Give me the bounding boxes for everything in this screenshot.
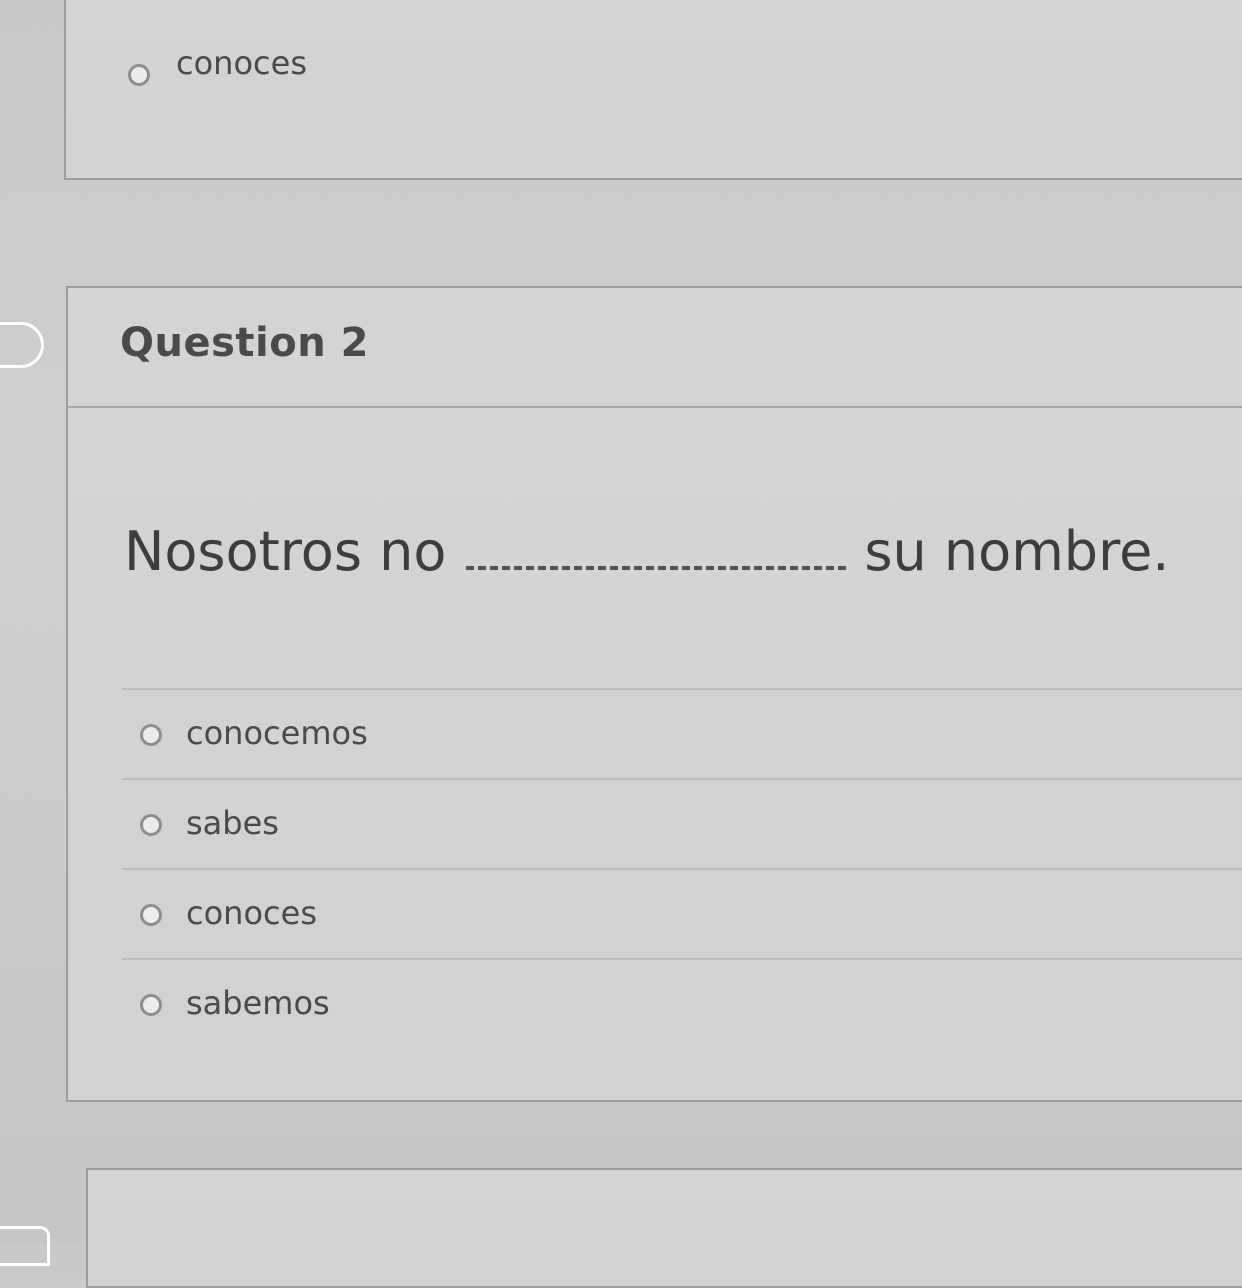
question-title: Question 2 bbox=[120, 320, 369, 366]
answer-label: conoces bbox=[186, 894, 317, 932]
answer-option[interactable]: sabemos bbox=[122, 958, 1242, 1048]
answer-option[interactable]: conoces bbox=[122, 868, 1242, 958]
question-text-after: su nombre. bbox=[864, 520, 1170, 583]
answer-label: sabemos bbox=[186, 984, 330, 1022]
question-text: Nosotros no su nombre. bbox=[124, 520, 1169, 583]
answer-option[interactable]: sabes bbox=[122, 778, 1242, 868]
answer-label: conoces bbox=[176, 44, 307, 82]
previous-question-card: conoces bbox=[64, 0, 1242, 180]
question-text-before: Nosotros no bbox=[124, 520, 447, 583]
fill-in-blank bbox=[466, 522, 847, 570]
answer-list: conocemos sabes conoces sabemos bbox=[122, 688, 1242, 1048]
answer-label: sabes bbox=[186, 804, 279, 842]
next-question-card bbox=[86, 1168, 1242, 1288]
radio-unselected-icon[interactable] bbox=[140, 814, 162, 836]
radio-unselected-icon[interactable] bbox=[140, 994, 162, 1016]
answer-label: conocemos bbox=[186, 714, 368, 752]
question-card: Question 2 Nosotros no su nombre. conoce… bbox=[66, 286, 1242, 1102]
answer-option[interactable]: conocemos bbox=[122, 688, 1242, 778]
question-flag-icon[interactable] bbox=[0, 322, 44, 368]
radio-unselected-icon[interactable] bbox=[128, 64, 150, 86]
next-question-flag-icon[interactable] bbox=[0, 1226, 50, 1266]
question-header: Question 2 bbox=[68, 288, 1242, 408]
radio-unselected-icon[interactable] bbox=[140, 904, 162, 926]
radio-unselected-icon[interactable] bbox=[140, 724, 162, 746]
